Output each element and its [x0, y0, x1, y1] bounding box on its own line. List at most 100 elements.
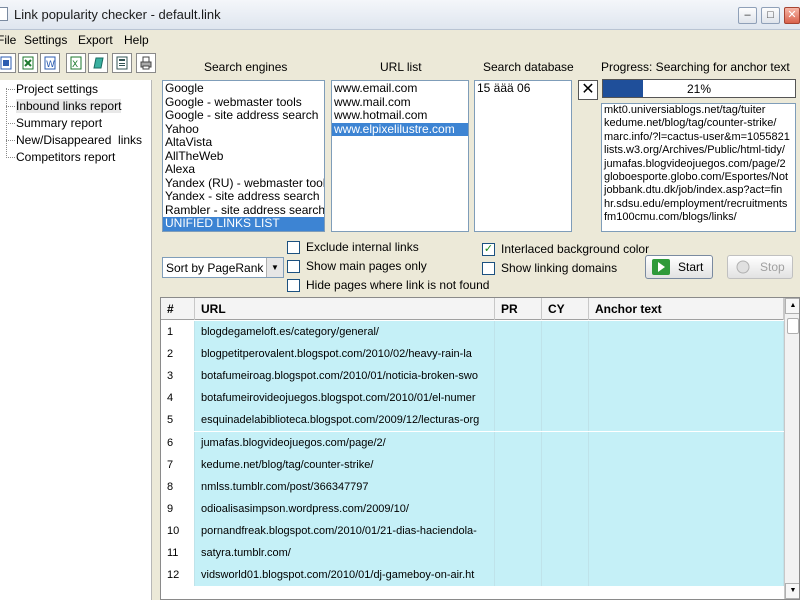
table-row[interactable]: 11 satyra.tumblr.com/	[161, 542, 784, 564]
table-row[interactable]: 4 botafumeirovideojuegos.blogspot.com/201…	[161, 387, 784, 410]
url-list-item[interactable]: www.hotmail.com	[332, 108, 468, 123]
url-list[interactable]: www.email.com www.mail.com www.hotmail.c…	[331, 80, 469, 232]
export-excel-button[interactable]	[18, 53, 38, 73]
export-notepad-button[interactable]	[88, 53, 108, 73]
menu-export[interactable]: Export	[78, 33, 113, 47]
search-engines-list[interactable]: Google Google - webmaster tools Google -…	[162, 80, 325, 232]
tree-item-project-settings[interactable]: Project settings	[16, 82, 98, 96]
stop-button-label: Stop	[760, 260, 785, 274]
search-engine-item[interactable]: AltaVista	[163, 135, 324, 150]
exclude-internal-links-checkbox[interactable]: Exclude internal links	[287, 240, 419, 254]
search-engine-item[interactable]: Google	[163, 81, 324, 96]
hide-pages-not-found-checkbox[interactable]: Hide pages where link is not found	[287, 278, 489, 292]
cell-number: 9	[161, 497, 195, 520]
menu-file[interactable]: File	[0, 33, 16, 47]
export-word-alt-button[interactable]: W	[40, 53, 60, 73]
column-header-pr[interactable]: PR	[495, 298, 542, 320]
checkbox-box[interactable]	[482, 261, 495, 275]
menu-help[interactable]: Help	[124, 33, 149, 47]
export-excel-alt-button[interactable]: X	[66, 53, 86, 73]
vertical-scrollbar[interactable]: ▲ ▼	[784, 298, 799, 599]
column-header-cy[interactable]: CY	[542, 298, 589, 320]
checkmark-icon[interactable]: ✓	[482, 242, 495, 256]
log-line: fm100cmu.com/blogs/links/	[604, 211, 737, 224]
tree-item-inbound-links-report[interactable]: Inbound links report	[16, 99, 122, 113]
column-header-anchor-text[interactable]: Anchor text	[589, 298, 784, 320]
tree-item-new-disappeared-links[interactable]: New/Disappeared links	[16, 133, 142, 147]
search-engine-item[interactable]: Google - webmaster tools	[163, 95, 324, 110]
window-title: Link popularity checker - default.link	[14, 7, 221, 22]
cell-anchor-text	[589, 431, 784, 454]
url-list-label: URL list	[380, 60, 422, 74]
cell-pr	[495, 409, 542, 432]
search-engine-item[interactable]: Google - site address search	[163, 108, 324, 123]
tree-item-competitors-report[interactable]: Competitors report	[16, 150, 115, 164]
url-list-item[interactable]: www.mail.com	[332, 95, 468, 110]
menu-settings[interactable]: Settings	[24, 33, 67, 47]
column-header-number[interactable]: #	[161, 298, 195, 320]
table-row[interactable]: 10 pornandfreak.blogspot.com/2010/01/21-d…	[161, 519, 784, 542]
interlaced-background-checkbox[interactable]: ✓ Interlaced background color	[482, 242, 649, 256]
navigation-tree: Project settings Inbound links report Su…	[0, 80, 152, 600]
cell-anchor-text	[589, 542, 784, 564]
column-header-url[interactable]: URL	[195, 298, 495, 320]
stop-button[interactable]: Stop	[727, 255, 793, 279]
cell-url: kedume.net/blog/tag/counter-strike/	[195, 453, 495, 476]
scroll-thumb[interactable]	[787, 318, 799, 334]
search-engine-item[interactable]: AllTheWeb	[163, 149, 324, 164]
menu-bar: File Settings Export Help	[0, 30, 800, 50]
search-engine-item[interactable]: Yandex - site address search	[163, 189, 324, 204]
show-main-pages-checkbox[interactable]: Show main pages only	[287, 259, 427, 273]
progress-bar: 21%	[602, 79, 796, 98]
checkbox-box[interactable]	[287, 278, 300, 292]
minimize-button[interactable]: –	[738, 7, 757, 24]
search-database-item[interactable]: 15 äää 06	[475, 81, 571, 96]
table-row[interactable]: 8 nmlss.tumblr.com/post/366347797	[161, 475, 784, 498]
maximize-button[interactable]: □	[761, 7, 780, 24]
scroll-down-icon[interactable]: ▼	[785, 583, 799, 599]
search-database-list[interactable]: 15 äää 06	[474, 80, 572, 232]
search-engine-item[interactable]: Alexa	[163, 162, 324, 177]
table-row[interactable]: 9 odioalisasimpson.wordpress.com/2009/10/	[161, 497, 784, 520]
tree-branch	[6, 106, 15, 107]
chevron-down-icon[interactable]: ▼	[266, 258, 283, 277]
print-button[interactable]	[136, 53, 156, 73]
table-row[interactable]: 2 blogpetitperovalent.blogspot.com/2010/0…	[161, 343, 784, 366]
url-list-item-selected[interactable]: www.elpixelilustre.com	[332, 122, 468, 136]
search-database-label: Search database	[483, 60, 574, 74]
table-row[interactable]: 12 vidsworld01.blogspot.com/2010/01/dj-ga…	[161, 564, 784, 587]
table-row[interactable]: 3 botafumeiroag.blogspot.com/2010/01/noti…	[161, 365, 784, 388]
cell-cy	[542, 564, 589, 587]
cell-url: botafumeirovideojuegos.blogspot.com/2010…	[195, 387, 495, 410]
cell-anchor-text	[589, 497, 784, 520]
close-button[interactable]: ✕	[784, 7, 800, 24]
table-row[interactable]: 7 kedume.net/blog/tag/counter-strike/	[161, 453, 784, 476]
show-linking-domains-checkbox[interactable]: Show linking domains	[482, 261, 617, 275]
cell-pr	[495, 542, 542, 564]
svg-text:W: W	[46, 60, 55, 70]
cell-anchor-text	[589, 519, 784, 542]
table-row[interactable]: 6 jumafas.blogvideojuegos.com/page/2/	[161, 431, 784, 454]
search-engine-item[interactable]: Yandex (RU) - webmaster tools	[163, 176, 324, 191]
cell-anchor-text	[589, 387, 784, 410]
results-table[interactable]: # URL PR CY Anchor text 1 blogdegameloft.…	[160, 297, 800, 600]
tree-item-summary-report[interactable]: Summary report	[16, 116, 102, 130]
search-engines-label: Search engines	[204, 60, 288, 74]
checkbox-box[interactable]	[287, 259, 300, 273]
checkbox-box[interactable]	[287, 240, 300, 254]
progress-log[interactable]: mkt0.universiablogs.net/tag/tuiter kedum…	[601, 103, 796, 232]
checkbox-label: Show linking domains	[501, 261, 618, 275]
url-list-item[interactable]: www.email.com	[332, 81, 468, 96]
export-word-button[interactable]	[0, 53, 16, 73]
scroll-up-icon[interactable]: ▲	[785, 298, 799, 314]
search-engine-item[interactable]: Rambler - site address search	[163, 203, 324, 218]
start-button[interactable]: Start	[645, 255, 713, 279]
search-engine-item-selected[interactable]: UNIFIED LINKS LIST	[163, 216, 324, 231]
table-row[interactable]: 1 blogdegameloft.es/category/general/	[161, 321, 784, 343]
export-report-button[interactable]	[112, 53, 132, 73]
cancel-search-button[interactable]: ✕	[578, 80, 598, 100]
table-row[interactable]: 5 esquinadelabiblioteca.blogspot.com/2009…	[161, 409, 784, 432]
search-engine-item[interactable]: Yahoo	[163, 122, 324, 137]
log-line: marc.info/?l=cactus-user&m=1055821	[604, 130, 790, 143]
sort-select[interactable]: Sort by PageRank ▼	[162, 257, 284, 278]
